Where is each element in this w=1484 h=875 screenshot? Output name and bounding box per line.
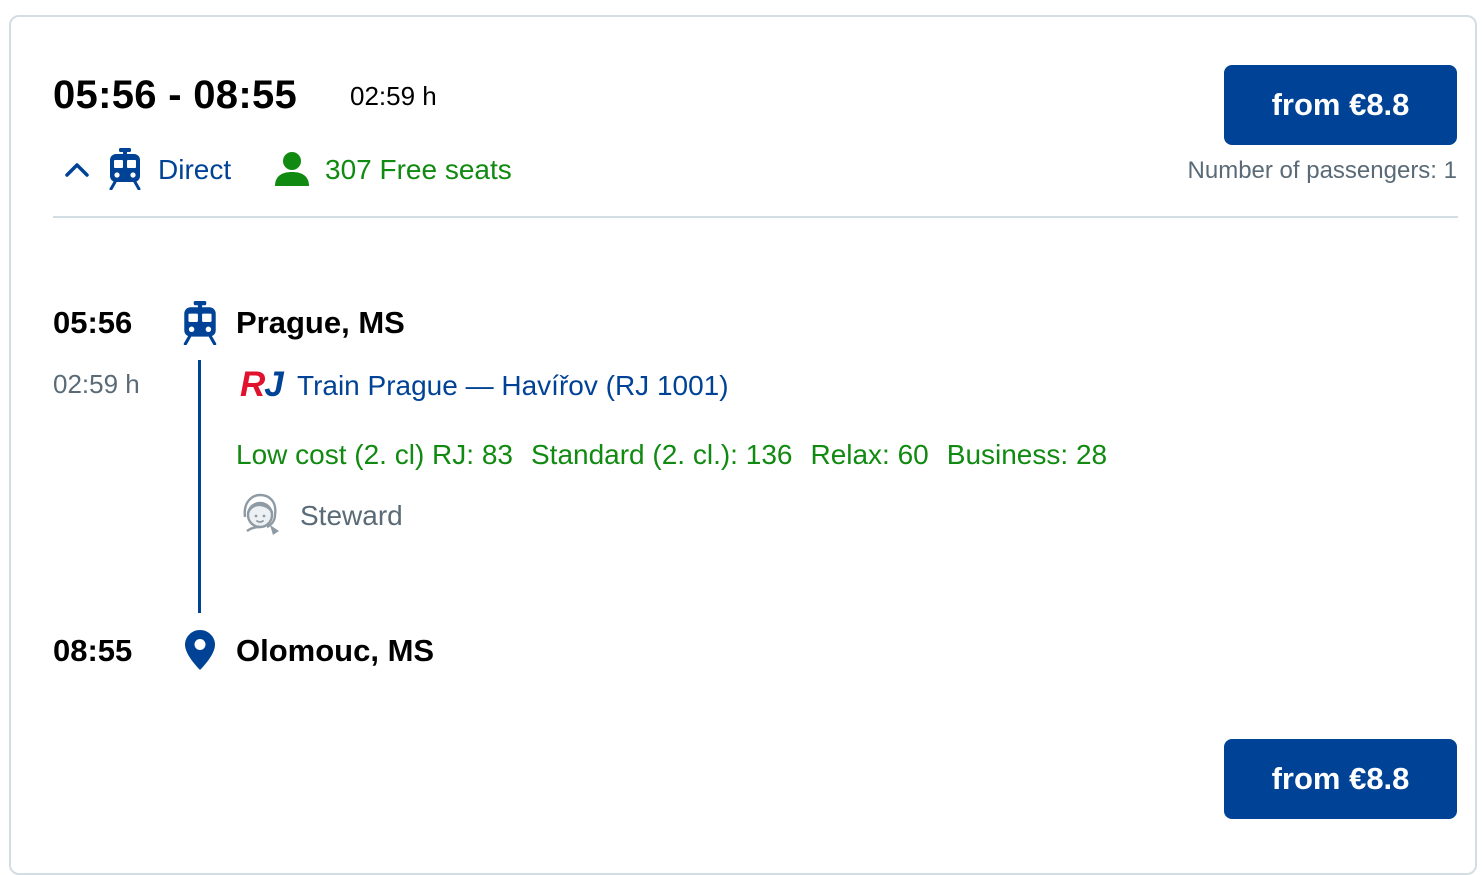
connection-type: Direct [158,154,232,185]
times-range: 05:56 - 08:55 [53,73,298,117]
train-name-link[interactable]: Train Prague — Havířov (RJ 1001) [297,370,729,402]
chevron-up-icon[interactable] [63,157,91,181]
train-icon [108,148,142,191]
amenity-steward: Steward [300,500,403,531]
class-relax: Relax: 60 [810,439,929,470]
departure-station: Prague, MS [236,305,405,340]
logo-letter-j: J [264,365,283,404]
person-icon [273,151,311,187]
connection-card: 05:56 - 08:55 02:59 h from €8.8 Direct 3… [9,15,1477,875]
seat-classes: Low cost (2. cl) RJ: 83 Standard (2. cl.)… [236,439,1125,471]
departure-time: 05:56 [53,305,133,340]
price-button-top[interactable]: from €8.8 [1224,65,1457,145]
class-business: Business: 28 [946,439,1108,470]
divider [53,216,1458,218]
passenger-count: Number of passengers: 1 [1187,157,1457,184]
route-line [198,360,201,613]
train-icon [182,301,218,346]
class-standard: Standard (2. cl.): 136 [530,439,793,470]
arrival-station: Olomouc, MS [236,633,435,668]
steward-icon [237,491,283,537]
logo-letter-r: R [240,365,265,404]
regiojet-logo: RJ [240,365,284,404]
price-button-bottom[interactable]: from €8.8 [1224,739,1457,819]
map-pin-icon [184,629,216,671]
class-low-cost: Low cost (2. cl) RJ: 83 [236,439,513,470]
arrival-time: 08:55 [53,633,133,668]
free-seats: 307 Free seats [325,154,512,185]
segment-duration: 02:59 h [53,369,140,399]
total-duration: 02:59 h [350,81,437,111]
